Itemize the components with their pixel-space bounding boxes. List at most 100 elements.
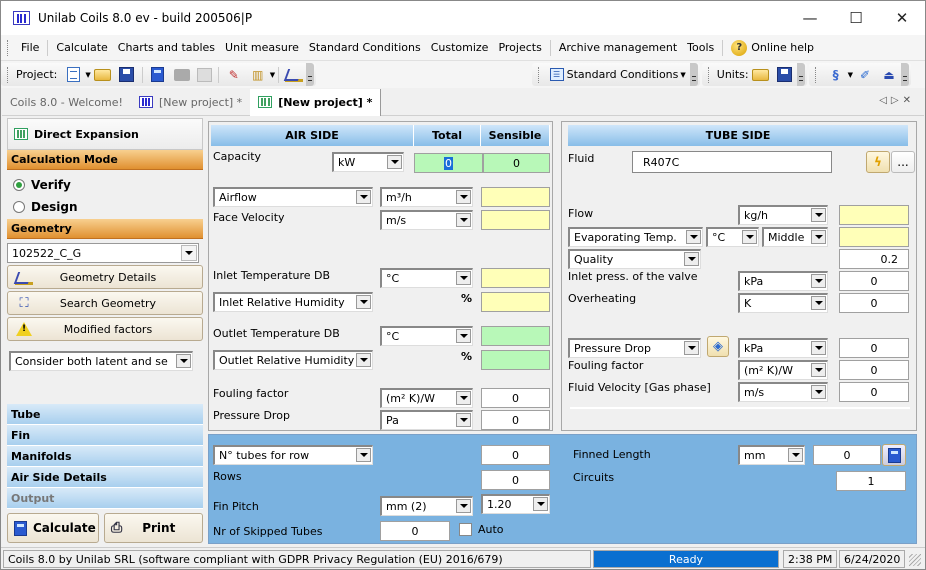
script-dropdown-icon[interactable]: ▼ bbox=[848, 71, 853, 79]
fluid-more-button[interactable]: ... bbox=[891, 151, 915, 173]
close-button[interactable]: ✕ bbox=[879, 1, 925, 35]
menu-unit-measure[interactable]: Unit measure bbox=[220, 41, 304, 54]
dropdown-arrow-icon[interactable] bbox=[356, 190, 371, 204]
tab-close-icon[interactable]: ✕ bbox=[903, 95, 915, 106]
inlet-rh-select[interactable]: Inlet Relative Humidity bbox=[213, 292, 373, 312]
maximize-button[interactable]: ☐ bbox=[833, 1, 879, 35]
outlet-rh-field[interactable] bbox=[481, 350, 550, 370]
radio-design[interactable]: Design bbox=[7, 196, 203, 218]
quality-field[interactable]: 0.2 bbox=[839, 249, 909, 269]
charts-toolbar-button[interactable]: ▥ bbox=[249, 67, 267, 83]
toolbar-overflow[interactable] bbox=[689, 63, 698, 86]
quality-select[interactable]: Quality bbox=[568, 249, 701, 269]
face-velocity-field[interactable] bbox=[481, 210, 550, 230]
menu-archive-management[interactable]: Archive management bbox=[554, 41, 682, 54]
tools-button[interactable]: ⏏ bbox=[880, 67, 898, 83]
minimize-button[interactable]: — bbox=[787, 1, 833, 35]
geometry-select[interactable]: 102522_C_G bbox=[7, 243, 199, 263]
section-air-side-details[interactable]: Air Side Details bbox=[7, 467, 203, 488]
open-project-button[interactable] bbox=[94, 67, 112, 83]
outlet-temp-unit-select[interactable]: °C bbox=[380, 326, 473, 346]
latent-sensible-select[interactable]: Consider both latent and se bbox=[9, 351, 193, 371]
tab-scroll-left-icon[interactable]: ◁ bbox=[879, 95, 891, 106]
inlet-press-field[interactable]: 0 bbox=[839, 271, 909, 291]
fluid-field[interactable]: R407C bbox=[632, 151, 832, 173]
dropdown-arrow-icon[interactable] bbox=[811, 341, 826, 355]
fin-pitch-unit-select[interactable]: mm (2) bbox=[380, 496, 473, 516]
evap-temp-field[interactable] bbox=[839, 227, 909, 247]
toolbar-overflow[interactable] bbox=[796, 63, 805, 86]
inlet-temp-unit-select[interactable]: °C bbox=[380, 268, 473, 288]
radio-button[interactable] bbox=[13, 201, 25, 213]
tube-pressure-drop-unit-select[interactable]: kPa bbox=[738, 338, 828, 358]
overheating-unit-select[interactable]: K bbox=[738, 293, 828, 313]
evap-temp-select[interactable]: Evaporating Temp. bbox=[568, 227, 703, 247]
finned-length-calc-button[interactable] bbox=[882, 444, 906, 466]
dropdown-arrow-icon[interactable] bbox=[684, 341, 699, 355]
tab-scroll-right-icon[interactable]: ▷ bbox=[891, 95, 903, 106]
flow-field[interactable] bbox=[839, 205, 909, 225]
radio-verify[interactable]: Verify bbox=[7, 174, 203, 196]
airflow-select[interactable]: Airflow bbox=[213, 187, 373, 207]
dropdown-arrow-icon[interactable] bbox=[356, 295, 371, 309]
section-fin[interactable]: Fin bbox=[7, 425, 203, 446]
dropdown-arrow-icon[interactable] bbox=[456, 413, 471, 427]
dropdown-arrow-icon[interactable] bbox=[456, 190, 471, 204]
dropdown-arrow-icon[interactable] bbox=[811, 385, 826, 399]
section-manifolds[interactable]: Manifolds bbox=[7, 446, 203, 467]
dropdown-arrow-icon[interactable] bbox=[387, 155, 402, 169]
section-tube[interactable]: Tube bbox=[7, 404, 203, 425]
finned-length-field[interactable]: 0 bbox=[813, 445, 881, 465]
menu-charts-and-tables[interactable]: Charts and tables bbox=[113, 41, 220, 54]
geometry-details-button[interactable]: Geometry Details bbox=[7, 265, 203, 289]
fluid-velocity-unit-select[interactable]: m/s bbox=[738, 382, 828, 402]
inlet-temp-field[interactable] bbox=[481, 268, 550, 288]
dropdown-arrow-icon[interactable] bbox=[456, 499, 471, 513]
checkbox[interactable] bbox=[459, 523, 472, 536]
menu-standard-conditions[interactable]: Standard Conditions bbox=[304, 41, 426, 54]
skipped-tubes-field[interactable]: 0 bbox=[380, 521, 450, 541]
geometry-toolbar-button[interactable] bbox=[285, 67, 304, 83]
fluid-quick-button[interactable]: ϟ bbox=[866, 151, 890, 173]
air-fouling-field[interactable]: 0 bbox=[481, 388, 550, 408]
airflow-unit-select[interactable]: m³/h bbox=[380, 187, 473, 207]
script-button[interactable]: § bbox=[827, 67, 845, 83]
tube-fouling-field[interactable]: 0 bbox=[839, 360, 909, 380]
dropdown-arrow-icon[interactable] bbox=[811, 208, 826, 222]
outlet-rh-select[interactable]: Outlet Relative Humidity bbox=[213, 350, 373, 370]
finned-length-unit-select[interactable]: mm bbox=[738, 445, 805, 465]
pressure-drop-info-button[interactable]: ◈ bbox=[707, 336, 729, 357]
menu-file[interactable]: File bbox=[16, 41, 44, 54]
section-output[interactable]: Output bbox=[7, 488, 203, 509]
menu-calculate[interactable]: Calculate bbox=[51, 41, 112, 54]
dropdown-arrow-icon[interactable] bbox=[176, 354, 191, 368]
face-velocity-unit-select[interactable]: m/s bbox=[380, 210, 473, 230]
print-toolbar-button[interactable] bbox=[173, 67, 191, 83]
dropdown-arrow-icon[interactable] bbox=[456, 329, 471, 343]
menu-online-help[interactable]: ? Online help bbox=[726, 39, 819, 56]
print-button[interactable]: ⎙ Print bbox=[104, 513, 203, 543]
menu-projects[interactable]: Projects bbox=[493, 41, 546, 54]
circuits-field[interactable]: 1 bbox=[836, 471, 906, 491]
charts-dropdown-icon[interactable]: ▼ bbox=[270, 71, 275, 79]
tab-new-project-1[interactable]: [New project] * bbox=[131, 89, 250, 116]
toolbar-overflow[interactable] bbox=[306, 63, 315, 86]
evap-temp-unit-select[interactable]: °C bbox=[706, 227, 759, 247]
dropdown-arrow-icon[interactable] bbox=[684, 252, 699, 266]
calculation-mode-header[interactable]: Calculation Mode bbox=[7, 150, 203, 170]
export-toolbar-button[interactable] bbox=[196, 67, 212, 82]
airflow-field[interactable] bbox=[481, 187, 550, 207]
air-fouling-unit-select[interactable]: (m² K)/W bbox=[380, 388, 473, 408]
radio-button-checked[interactable] bbox=[13, 179, 25, 191]
dropdown-arrow-icon[interactable] bbox=[811, 363, 826, 377]
dropdown-arrow-icon[interactable] bbox=[356, 353, 371, 367]
fin-pitch-select[interactable]: 1.20 bbox=[481, 494, 550, 514]
save-project-button[interactable] bbox=[118, 67, 136, 83]
dropdown-arrow-icon[interactable] bbox=[788, 448, 803, 462]
dropdown-arrow-icon[interactable] bbox=[686, 230, 701, 244]
calculate-button[interactable]: Calculate bbox=[7, 513, 99, 543]
dropdown-arrow-icon[interactable] bbox=[742, 230, 757, 244]
new-dropdown-icon[interactable]: ▼ bbox=[85, 71, 90, 79]
inlet-rh-field[interactable] bbox=[481, 292, 550, 312]
toolbar-overflow[interactable] bbox=[901, 63, 909, 86]
